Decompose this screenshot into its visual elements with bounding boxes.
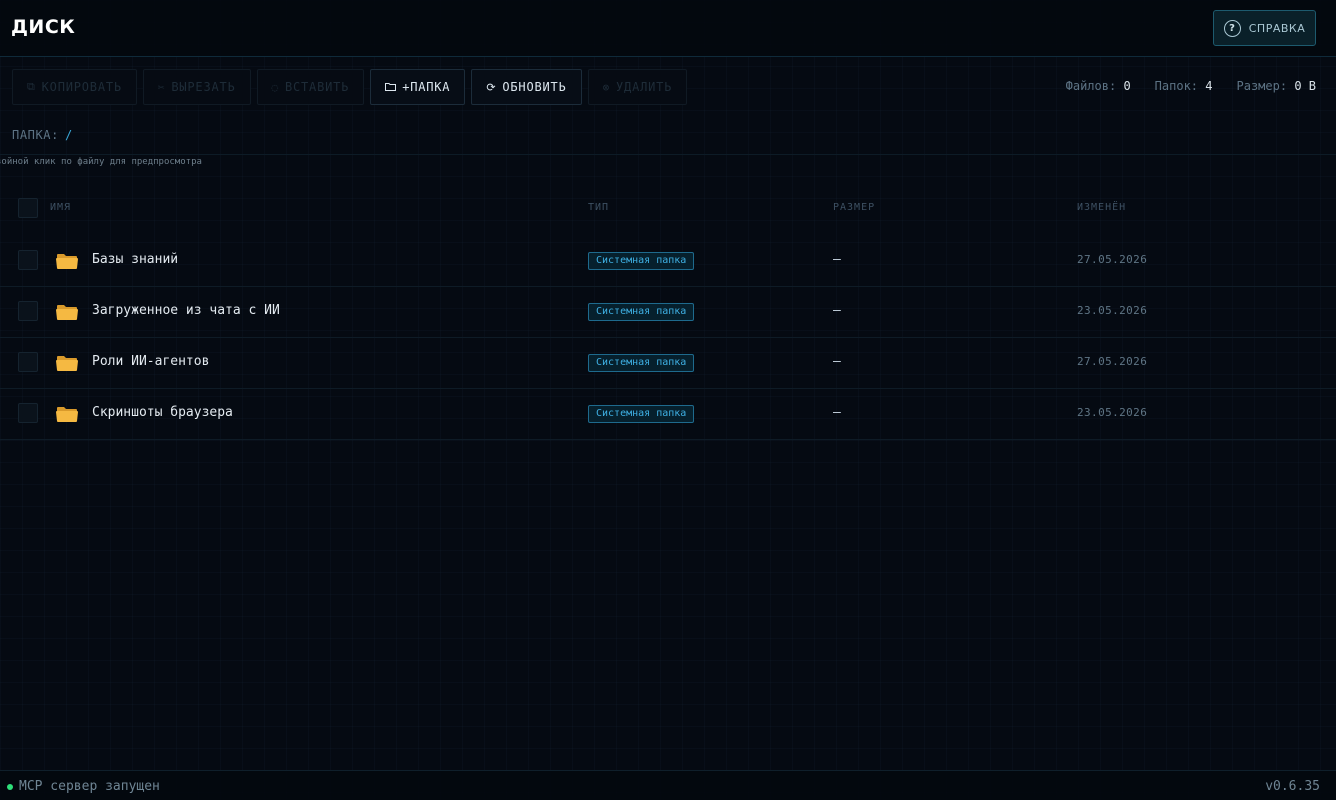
- app-header: ДИСК ? СПРАВКА: [0, 0, 1336, 57]
- file-size: —: [833, 354, 841, 369]
- help-button[interactable]: ? СПРАВКА: [1213, 10, 1316, 46]
- column-type[interactable]: ТИП: [588, 202, 609, 213]
- folder-plus-icon: [385, 81, 397, 94]
- breadcrumb: ПАПКА: /: [12, 128, 73, 142]
- copy-icon: ⧉: [27, 80, 36, 93]
- type-badge: Системная папка: [588, 405, 695, 423]
- column-size[interactable]: РАЗМЕР: [833, 202, 875, 213]
- row-checkbox[interactable]: [18, 250, 38, 270]
- paste-button[interactable]: ◌ ВСТАВИТЬ: [256, 69, 365, 105]
- cut-button[interactable]: ✂ ВЫРЕЗАТЬ: [142, 69, 251, 105]
- file-name[interactable]: Скриншоты браузера: [92, 405, 233, 420]
- folder-icon: [56, 407, 78, 422]
- help-icon: ?: [1223, 19, 1241, 37]
- folders-count: Папок: 4: [1154, 79, 1213, 93]
- app-version: v0.6.35: [1265, 779, 1320, 794]
- app-title: ДИСК: [11, 16, 76, 38]
- file-name[interactable]: Базы знаний: [92, 252, 178, 267]
- table-row[interactable]: Роли ИИ-агентов Системная папка — 27.05.202…: [0, 338, 1336, 389]
- new-folder-button-label: +ПАПКА: [402, 80, 451, 94]
- status-bar: MCP сервер запущен v0.6.35: [0, 770, 1336, 800]
- delete-button-label: УДАЛИТЬ: [616, 80, 673, 94]
- modified-date: 23.05.2026: [1077, 304, 1148, 317]
- folder-icon: [56, 356, 78, 371]
- column-name[interactable]: ИМЯ: [50, 202, 71, 213]
- refresh-icon: ⟳: [486, 80, 497, 94]
- toolbar: ⧉ КОПИРОВАТЬ ✂ ВЫРЕЗАТЬ ◌ ВСТАВИТЬ +ПАПК…: [12, 69, 688, 105]
- server-status: MCP сервер запущен: [19, 779, 160, 794]
- help-button-label: СПРАВКА: [1248, 21, 1306, 35]
- stats-bar: Файлов: 0 Папок: 4 Размер: 0 B: [1066, 79, 1316, 93]
- table-row[interactable]: Базы знаний Системная папка — 27.05.2026: [0, 236, 1336, 287]
- cut-button-label: ВЫРЕЗАТЬ: [171, 80, 236, 94]
- divider: [0, 154, 1336, 155]
- table-row[interactable]: Скриншоты браузера Системная папка — 23.05.…: [0, 389, 1336, 440]
- type-badge: Системная папка: [588, 252, 695, 270]
- path-label: ПАПКА:: [12, 128, 59, 142]
- refresh-button-label: ОБНОВИТЬ: [502, 80, 567, 94]
- row-checkbox[interactable]: [18, 403, 38, 423]
- type-badge: Системная папка: [588, 303, 695, 321]
- file-size: —: [833, 405, 841, 420]
- copy-button[interactable]: ⧉ КОПИРОВАТЬ: [12, 69, 137, 105]
- total-size: Размер: 0 B: [1236, 79, 1317, 93]
- file-name[interactable]: Загруженное из чата с ИИ: [92, 303, 280, 318]
- folder-icon: [56, 305, 78, 320]
- status-indicator-icon: [7, 784, 13, 790]
- table-row[interactable]: Загруженное из чата с ИИ Системная папка —…: [0, 287, 1336, 338]
- cut-icon: ✂: [157, 80, 166, 94]
- file-size: —: [833, 303, 841, 318]
- file-size: —: [833, 252, 841, 267]
- column-modified[interactable]: ИЗМЕНЁН: [1077, 202, 1126, 213]
- row-checkbox[interactable]: [18, 301, 38, 321]
- modified-date: 27.05.2026: [1077, 355, 1148, 368]
- folder-icon: [56, 254, 78, 269]
- type-badge: Системная папка: [588, 354, 695, 372]
- delete-icon: ⊗: [602, 80, 611, 94]
- refresh-button[interactable]: ⟳ ОБНОВИТЬ: [471, 69, 582, 105]
- preview-hint: войной клик по файлу для предпросмотра: [0, 157, 202, 167]
- table-header: ИМЯ ТИП РАЗМЕР ИЗМЕНЁН: [0, 192, 1336, 228]
- file-name[interactable]: Роли ИИ-агентов: [92, 354, 209, 369]
- new-folder-button[interactable]: +ПАПКА: [370, 69, 466, 105]
- path-root-link[interactable]: /: [65, 128, 73, 142]
- delete-button[interactable]: ⊗ УДАЛИТЬ: [587, 69, 688, 105]
- files-count: Файлов: 0: [1065, 79, 1131, 93]
- paste-button-label: ВСТАВИТЬ: [284, 80, 350, 94]
- modified-date: 23.05.2026: [1077, 406, 1148, 419]
- paste-icon: ◌: [271, 80, 279, 94]
- select-all-checkbox[interactable]: [18, 198, 38, 218]
- modified-date: 27.05.2026: [1077, 253, 1148, 266]
- copy-button-label: КОПИРОВАТЬ: [41, 80, 122, 94]
- row-checkbox[interactable]: [18, 352, 38, 372]
